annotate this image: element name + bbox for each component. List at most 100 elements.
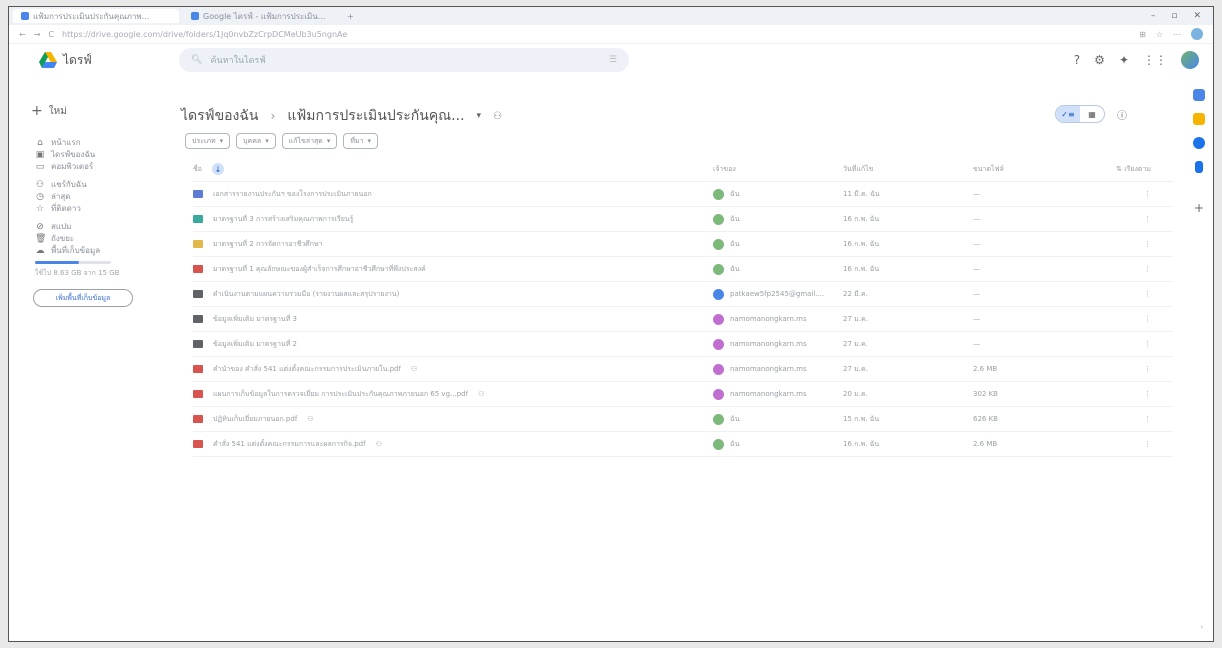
bookmark-star-icon[interactable]: ☆ — [1156, 30, 1163, 39]
browser-tab-2[interactable]: Google ไดรฟ์ - แฟ้มการประเมิน... — [183, 9, 339, 23]
file-name[interactable]: คำสั่ง 541 แต่งตั้งคณะกรรมการและผลการกิจ… — [213, 439, 366, 450]
more-actions-icon[interactable]: ⋮ — [1083, 415, 1173, 423]
more-actions-icon[interactable]: ⋮ — [1083, 190, 1173, 198]
contacts-icon[interactable] — [1195, 161, 1203, 173]
buy-storage-button[interactable]: เพิ่มพื้นที่เก็บข้อมูล — [33, 289, 133, 307]
chevron-down-icon[interactable]: ▾ — [477, 111, 482, 121]
help-icon[interactable]: ? — [1074, 53, 1080, 67]
minimize-icon[interactable]: – — [1151, 11, 1156, 21]
sidebar-item-3[interactable]: ⚇ แชร์กับฉัน — [9, 179, 169, 190]
sidebar-item-0[interactable]: ⌂ หน้าแรก — [9, 137, 169, 148]
close-window-icon[interactable]: ✕ — [1193, 11, 1201, 21]
breadcrumb-current[interactable]: แฟ้มการประเมินประกันคุณ... — [287, 105, 464, 127]
table-row[interactable]: คำนำของ คำสั่ง 541 แต่งตั้งคณะกรรมการประ… — [193, 357, 1173, 382]
sidebar-item-4[interactable]: ◷ ล่าสุด — [9, 191, 169, 202]
maximize-icon[interactable]: ▫ — [1171, 11, 1177, 21]
file-name[interactable]: มาตรฐานที่ 2 การจัดการอาชีวศึกษา — [213, 239, 323, 250]
breadcrumb-root[interactable]: ไดรฟ์ของฉัน — [181, 105, 259, 127]
settings-icon[interactable]: ⚙ — [1094, 53, 1105, 67]
window-controls: – ▫ ✕ — [1151, 11, 1213, 21]
sort-arrow-icon[interactable]: ↓ — [211, 163, 224, 175]
star-icon: ☆ — [35, 203, 45, 214]
browser-tab-1[interactable]: แฟ้มการประเมินประกันคุณภาพ... — [13, 9, 179, 23]
table-row[interactable]: ปฏิทินเก็บเยี่ยมภายนอก.pdf ⚇ ฉัน 15 ก.พ. ฉั… — [193, 407, 1173, 432]
filter-chip[interactable]: ที่มา ▾ — [343, 133, 379, 149]
side-panel-rail: + — [1185, 79, 1213, 641]
file-name[interactable]: ดำเนินงานตามแผนความร่วมมือ (รายงานผลและส… — [213, 289, 399, 300]
table-row[interactable]: มาตรฐานที่ 2 การจัดการอาชีวศึกษา ฉัน 16 ก.… — [193, 232, 1173, 257]
column-sort-label: เรียงตาม — [1124, 164, 1151, 173]
table-row[interactable]: เอกสารรายงานประกันฯ ของโรงการประเมินภายน… — [193, 182, 1173, 207]
forward-icon[interactable]: → — [34, 30, 41, 39]
address-bar-icons: ⊞ ☆ ⋯ — [1139, 28, 1213, 40]
table-row[interactable]: ข้อมูลเพิ่มเติม มาตรฐานที่ 2 namomanongka… — [193, 332, 1173, 357]
file-name[interactable]: เอกสารรายงานประกันฯ ของโรงการประเมินภายน… — [213, 189, 372, 200]
add-addon-icon[interactable]: + — [1194, 201, 1204, 215]
tasks-icon[interactable] — [1193, 137, 1205, 149]
keep-icon[interactable] — [1193, 113, 1205, 125]
apps-grid-icon[interactable]: ⋮⋮ — [1143, 53, 1167, 67]
file-name[interactable]: มาตรฐานที่ 1 คุณลักษณะของผู้สำเร็จการศึก… — [213, 264, 426, 275]
more-actions-icon[interactable]: ⋮ — [1083, 365, 1173, 373]
drive-logo[interactable]: ไดรฟ์ — [39, 51, 179, 70]
sidebar-item-2[interactable]: ▭ คอมพิวเตอร์ — [9, 161, 169, 172]
more-actions-icon[interactable]: ⋮ — [1083, 240, 1173, 248]
file-name[interactable]: ข้อมูลเพิ่มเติม มาตรฐานที่ 2 — [213, 339, 297, 350]
more-actions-icon[interactable]: ⋮ — [1083, 440, 1173, 448]
new-tab-icon[interactable]: + — [347, 12, 354, 21]
gemini-icon[interactable]: ✦ — [1119, 53, 1129, 67]
column-name[interactable]: ชื่อ ↓ — [193, 163, 713, 175]
file-name[interactable]: มาตรฐานที่ 3 การสร้างเสริมคุณภาพการเรียน… — [213, 214, 353, 225]
sidebar-item-7[interactable]: 🗑 ถังขยะ — [9, 233, 169, 244]
new-button[interactable]: + ใหม่ — [31, 103, 169, 119]
pdf-icon — [193, 365, 203, 373]
column-modified[interactable]: วันที่แก้ไข — [843, 164, 973, 175]
more-actions-icon[interactable]: ⋮ — [1083, 215, 1173, 223]
file-name[interactable]: ข้อมูลเพิ่มเติม มาตรฐานที่ 3 — [213, 314, 297, 325]
panel-toggle-icon[interactable]: › — [1200, 623, 1203, 631]
search-options-icon[interactable]: ☰ — [609, 55, 617, 65]
column-owner[interactable]: เจ้าของ — [713, 164, 843, 175]
table-row[interactable]: มาตรฐานที่ 3 การสร้างเสริมคุณภาพการเรียน… — [193, 207, 1173, 232]
file-name[interactable]: ปฏิทินเก็บเยี่ยมภายนอก.pdf — [213, 414, 297, 425]
info-icon[interactable]: ⓘ — [1117, 107, 1127, 122]
search-input[interactable]: 🔍︎ ค้นหาในไดรฟ์ ☰ — [179, 48, 629, 72]
more-actions-icon[interactable]: ⋮ — [1083, 390, 1173, 398]
filter-chip[interactable]: ประเภท ▾ — [185, 133, 231, 149]
column-size[interactable]: ขนาดไฟล์ — [973, 164, 1083, 175]
storage-text: ใช้ไป 8.63 GB จาก 15 GB — [35, 269, 120, 277]
file-name[interactable]: แผนการเก็บข้อมูลในการตรวจเยี่ยม การประเม… — [213, 389, 468, 400]
reload-icon[interactable]: C — [48, 30, 54, 39]
sidebar-item-5[interactable]: ☆ ที่ติดดาว — [9, 203, 169, 214]
list-view-icon[interactable]: ✓≡ — [1056, 106, 1080, 122]
filter-chip[interactable]: บุคคล ▾ — [236, 133, 276, 149]
more-actions-icon[interactable]: ⋮ — [1083, 265, 1173, 273]
table-row[interactable]: ดำเนินงานตามแผนความร่วมมือ (รายงานผลและส… — [193, 282, 1173, 307]
browser-window: แฟ้มการประเมินประกันคุณภาพ... Google ไดร… — [8, 6, 1214, 642]
table-row[interactable]: คำสั่ง 541 แต่งตั้งคณะกรรมการและผลการกิจ… — [193, 432, 1173, 457]
grid-view-icon[interactable]: ▦ — [1080, 106, 1104, 122]
extensions-icon[interactable]: ⊞ — [1139, 30, 1146, 39]
table-row[interactable]: มาตรฐานที่ 1 คุณลักษณะของผู้สำเร็จการศึก… — [193, 257, 1173, 282]
filter-chip[interactable]: แก้ไขล่าสุด ▾ — [281, 133, 338, 149]
account-avatar[interactable] — [1181, 51, 1199, 69]
sidebar-item-8[interactable]: ☁ พื้นที่เก็บข้อมูล — [9, 245, 169, 256]
back-icon[interactable]: ← — [19, 30, 26, 39]
table-row[interactable]: ข้อมูลเพิ่มเติม มาตรฐานที่ 3 namomanongka… — [193, 307, 1173, 332]
file-name-cell: ปฏิทินเก็บเยี่ยมภายนอก.pdf ⚇ — [193, 414, 713, 425]
url-field[interactable]: https://drive.google.com/drive/folders/1… — [62, 30, 347, 39]
column-sort[interactable]: ⇅ เรียงตาม — [1083, 164, 1173, 175]
more-actions-icon[interactable]: ⋮ — [1083, 315, 1173, 323]
more-actions-icon[interactable]: ⋮ — [1083, 290, 1173, 298]
sidebar-item-6[interactable]: ⊘ สแปม — [9, 221, 169, 232]
sidebar-item-1[interactable]: ▣ ไดรฟ์ของฉัน — [9, 149, 169, 160]
table-row[interactable]: แผนการเก็บข้อมูลในการตรวจเยี่ยม การประเม… — [193, 382, 1173, 407]
calendar-icon[interactable] — [1193, 89, 1205, 101]
more-actions-icon[interactable]: ⋮ — [1083, 340, 1173, 348]
profile-icon[interactable]: ⋯ — [1173, 30, 1181, 39]
my-drive-icon: ▣ — [35, 149, 45, 160]
owner-cell: namomanongkarn.ms — [713, 338, 843, 350]
sidebar-item-label: พื้นที่เก็บข้อมูล — [51, 246, 101, 255]
file-name[interactable]: คำนำของ คำสั่ง 541 แต่งตั้งคณะกรรมการประ… — [213, 364, 401, 375]
profile-avatar[interactable] — [1191, 28, 1203, 40]
